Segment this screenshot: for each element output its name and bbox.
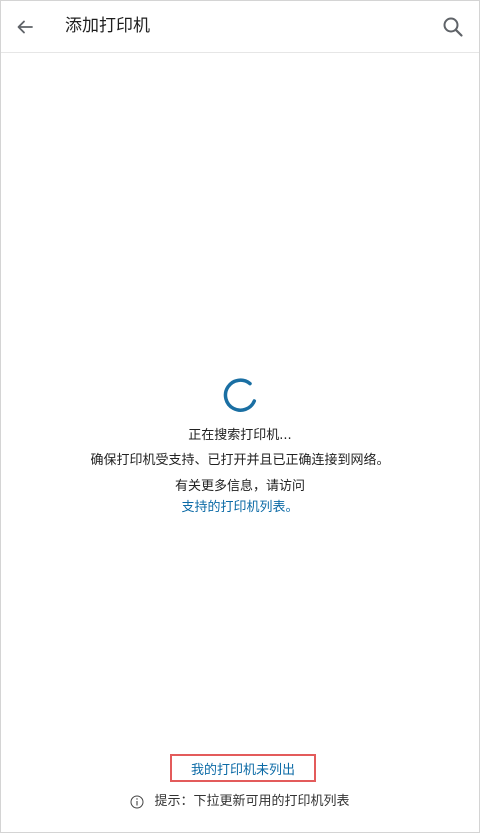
- refresh-hint: 提示：下拉更新可用的打印机列表: [1, 793, 479, 811]
- more-info-text: 有关更多信息，请访问: [174, 479, 305, 494]
- printer-not-listed-button[interactable]: 我的打印机未列出: [170, 754, 316, 782]
- page-title: 添加打印机: [65, 16, 150, 36]
- search-button[interactable]: [433, 7, 473, 47]
- supported-printers-link[interactable]: 支持的打印机列表。: [181, 500, 298, 515]
- search-icon: [443, 17, 463, 37]
- back-button[interactable]: [5, 7, 45, 47]
- info-icon: [130, 795, 144, 809]
- app-window: 添加打印机 正在搜索打印机... 确保打印机受支持、已打开并且已正确连接到网络。…: [0, 0, 480, 833]
- hint-text: 提示：下拉更新可用的打印机列表: [154, 794, 350, 809]
- loading-spinner-icon: [223, 378, 257, 412]
- searching-text: 正在搜索打印机...: [188, 428, 292, 443]
- ensure-supported-text: 确保打印机受支持、已打开并且已正确连接到网络。: [90, 453, 390, 468]
- supported-printers-row: 支持的打印机列表。: [1, 499, 479, 517]
- app-bar: 添加打印机: [1, 1, 479, 53]
- arrow-left-icon: [17, 20, 33, 34]
